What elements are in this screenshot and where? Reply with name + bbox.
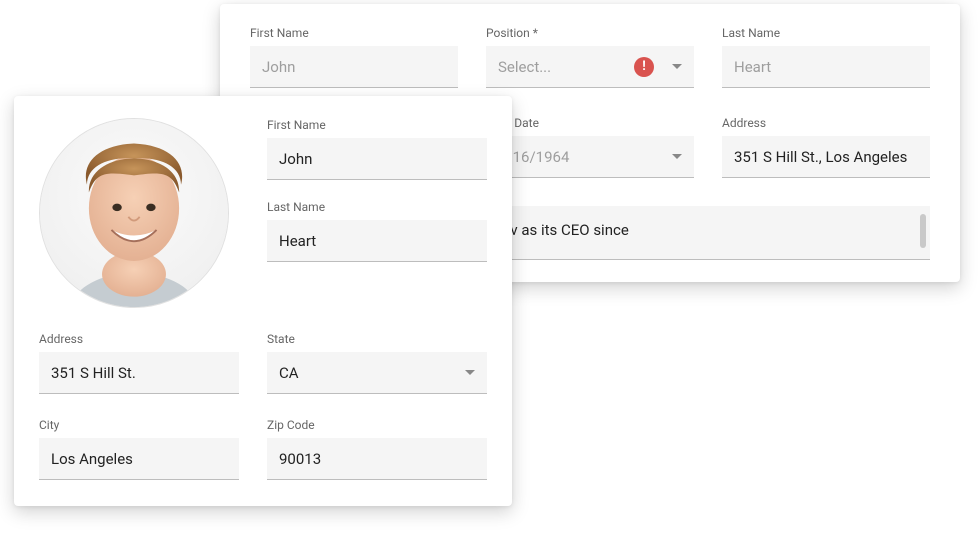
- address-input[interactable]: 351 S Hill St.: [39, 352, 239, 394]
- avatar-image: [40, 119, 228, 307]
- first-name-field: First Name John: [250, 26, 458, 88]
- address-field-back: Address 351 S Hill St., Los Angeles: [722, 116, 930, 178]
- address-label: Address: [722, 116, 930, 130]
- position-field: Position * Select... !: [486, 26, 694, 88]
- error-icon: !: [634, 57, 654, 77]
- first-name-input[interactable]: John: [250, 46, 458, 88]
- avatar: [39, 118, 229, 308]
- first-name-field-front: First Name John: [267, 118, 487, 180]
- city-input[interactable]: Los Angeles: [39, 438, 239, 480]
- position-label: Position *: [486, 26, 694, 40]
- scrollbar[interactable]: [920, 214, 926, 248]
- chevron-down-icon: [672, 64, 682, 69]
- zip-input[interactable]: 90013: [267, 438, 487, 480]
- birth-date-field: Birth Date 3/16/1964: [486, 116, 694, 178]
- position-select[interactable]: Select... !: [486, 46, 694, 88]
- chevron-down-icon: [672, 154, 682, 159]
- last-name-field: Last Name Heart: [722, 26, 930, 88]
- first-name-input[interactable]: John: [267, 138, 487, 180]
- last-name-label: Last Name: [267, 200, 487, 214]
- chevron-down-icon: [465, 370, 475, 375]
- first-name-label: First Name: [267, 118, 487, 132]
- first-name-label: First Name: [250, 26, 458, 40]
- address-label: Address: [39, 332, 239, 346]
- state-select[interactable]: CA: [267, 352, 487, 394]
- state-field: State CA: [267, 332, 487, 394]
- address-field-front: Address 351 S Hill St.: [39, 332, 239, 394]
- birth-date-select[interactable]: 3/16/1964: [486, 136, 694, 178]
- last-name-label: Last Name: [722, 26, 930, 40]
- last-name-input[interactable]: Heart: [722, 46, 930, 88]
- zip-label: Zip Code: [267, 418, 487, 432]
- last-name-input[interactable]: Heart: [267, 220, 487, 262]
- address-input[interactable]: 351 S Hill St., Los Angeles: [722, 136, 930, 178]
- city-label: City: [39, 418, 239, 432]
- zip-field: Zip Code 90013: [267, 418, 487, 480]
- form-card-front: First Name John Last Name Heart Address …: [14, 96, 512, 506]
- city-field: City Los Angeles: [39, 418, 239, 480]
- state-label: State: [267, 332, 487, 346]
- last-name-field-front: Last Name Heart: [267, 200, 487, 262]
- birth-date-label: Birth Date: [486, 116, 694, 130]
